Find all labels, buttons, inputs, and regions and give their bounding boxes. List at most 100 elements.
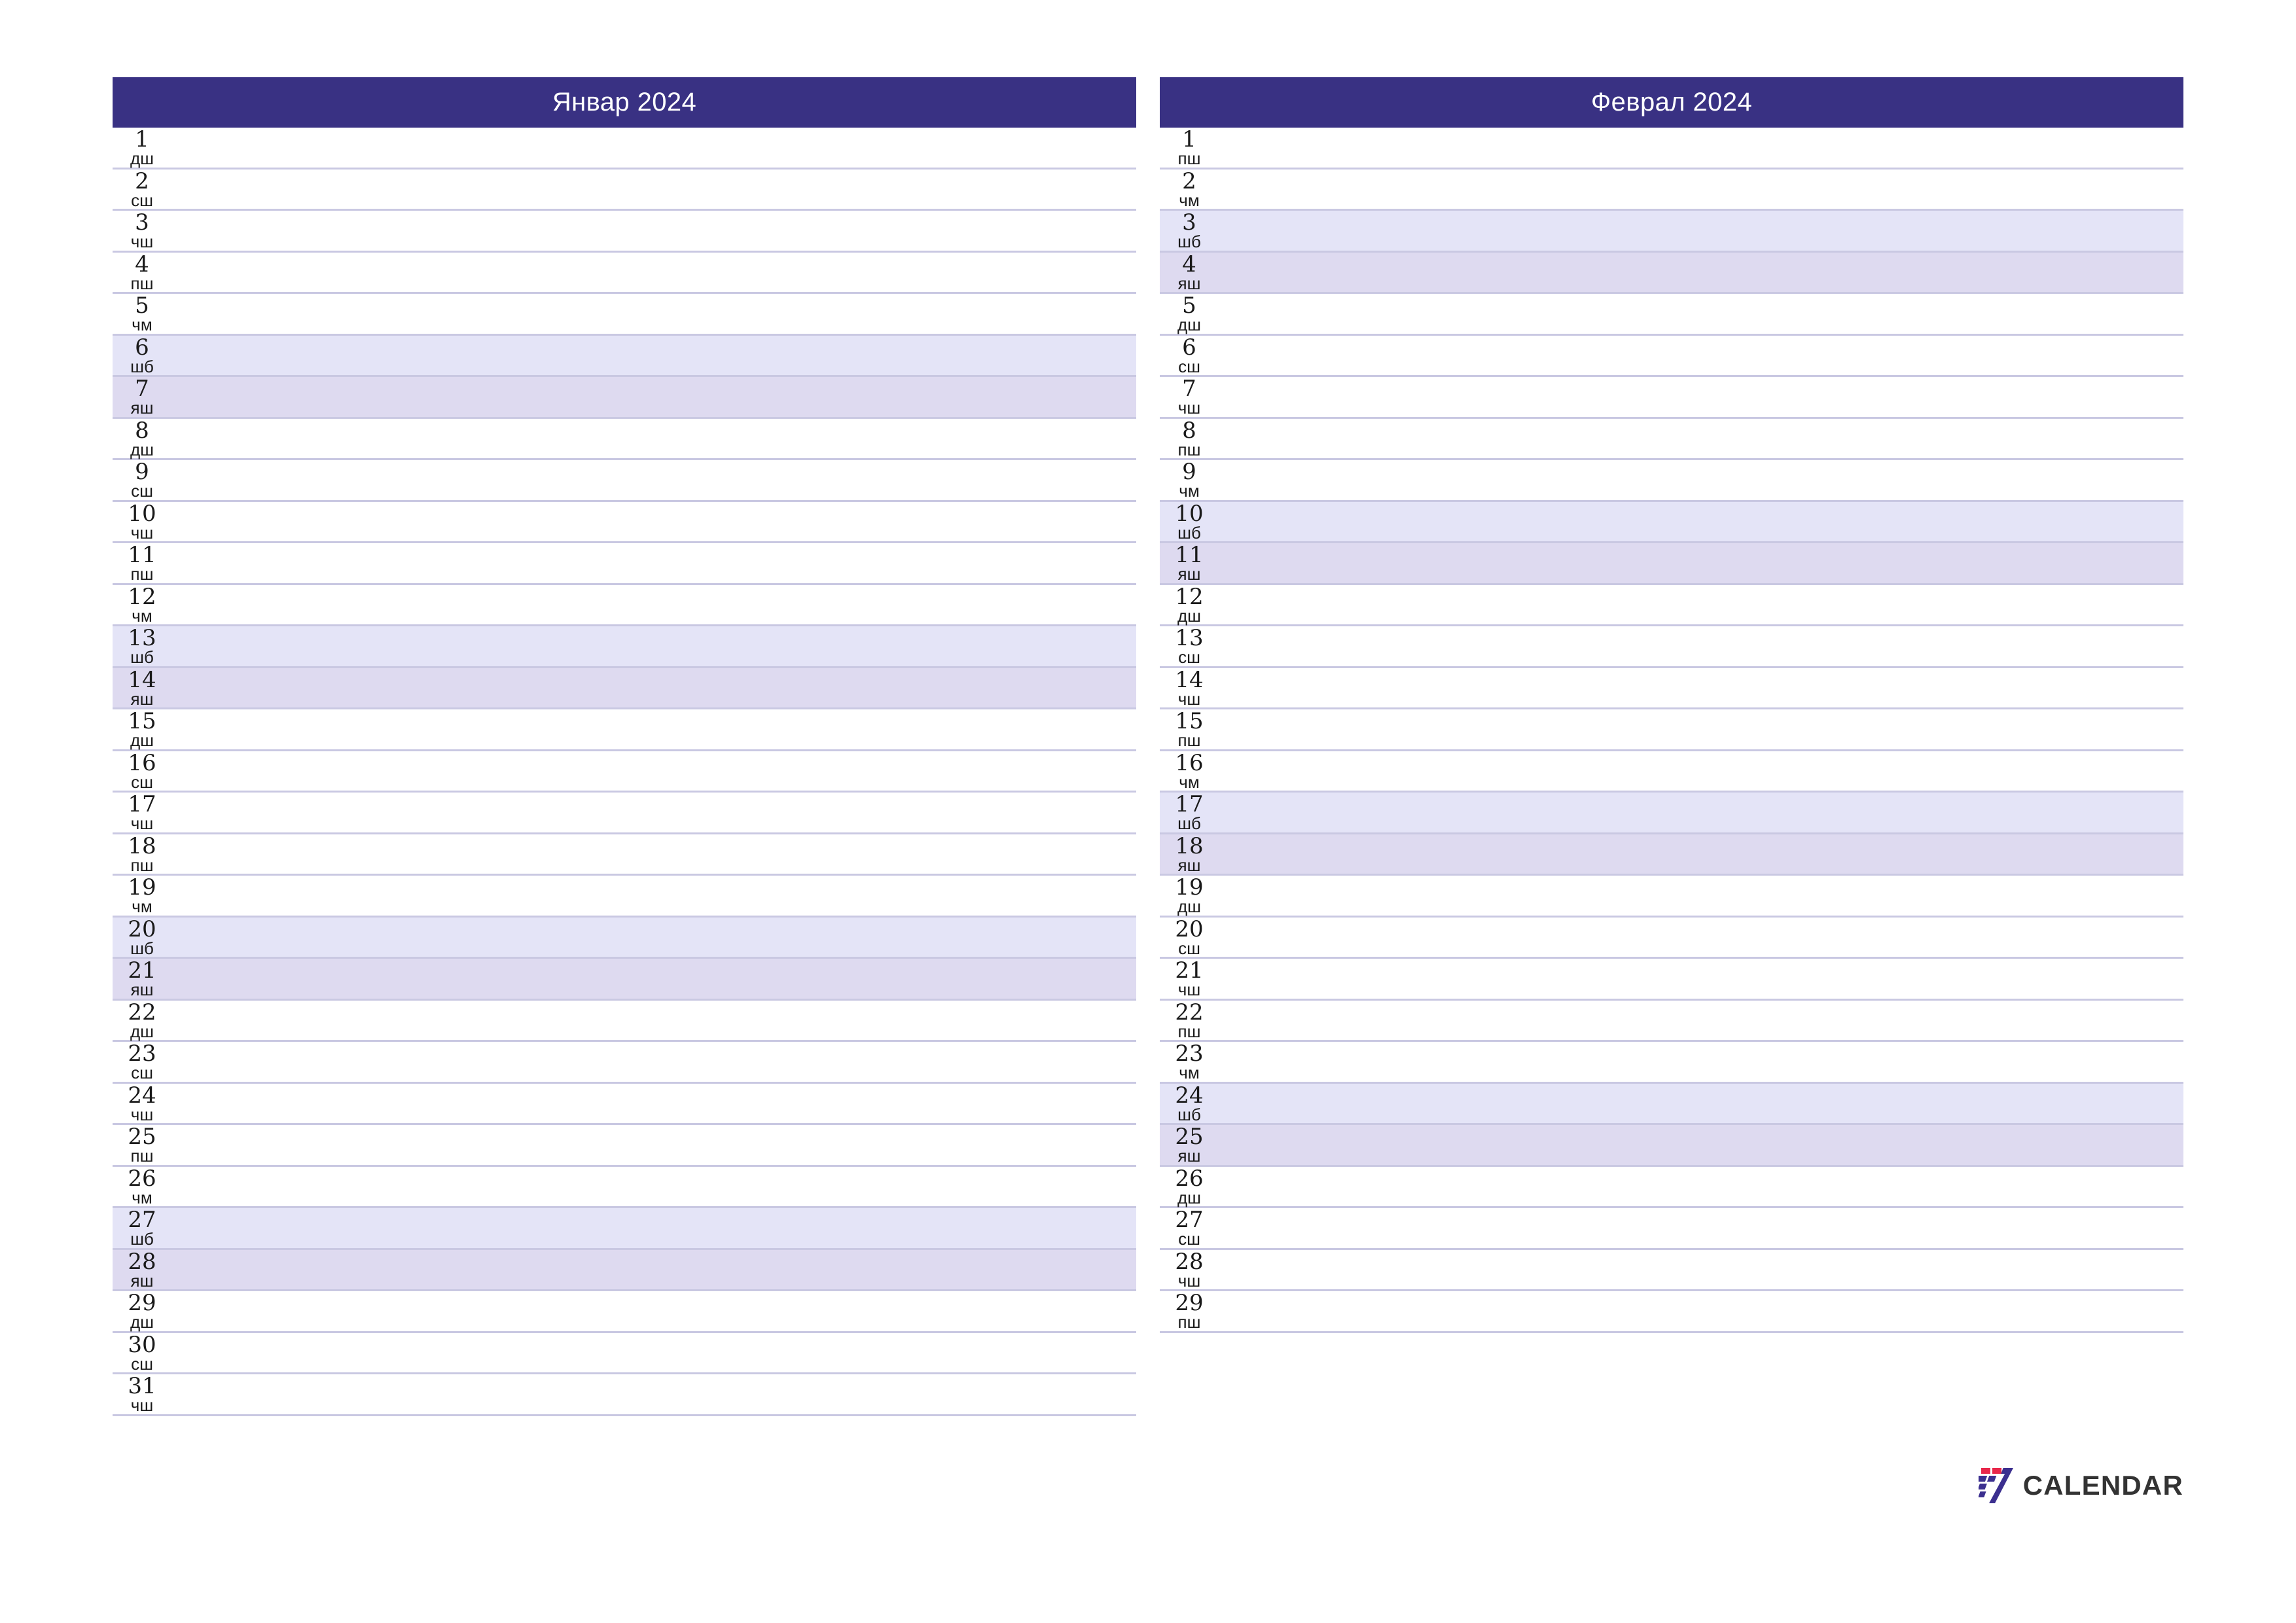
- day-row[interactable]: 3 шб: [1160, 211, 2183, 253]
- day-notes-area[interactable]: [1216, 460, 2183, 500]
- day-notes-area[interactable]: [169, 1167, 1136, 1207]
- day-row[interactable]: 6 сш: [1160, 335, 2183, 377]
- day-notes-area[interactable]: [1216, 502, 2183, 542]
- day-row[interactable]: 27 сш: [1160, 1208, 2183, 1250]
- day-notes-area[interactable]: [169, 1250, 1136, 1290]
- day-row[interactable]: 28 чш: [1160, 1249, 2183, 1291]
- day-row[interactable]: 12 чм: [113, 584, 1136, 626]
- day-row[interactable]: 18 пш: [113, 834, 1136, 876]
- day-row[interactable]: 25 пш: [113, 1125, 1136, 1167]
- day-notes-area[interactable]: [169, 253, 1136, 293]
- day-notes-area[interactable]: [1216, 253, 2183, 293]
- day-row[interactable]: 9 сш: [113, 460, 1136, 502]
- day-notes-area[interactable]: [169, 377, 1136, 417]
- day-notes-area[interactable]: [1216, 294, 2183, 334]
- day-row[interactable]: 30 сш: [113, 1332, 1136, 1374]
- day-notes-area[interactable]: [1216, 1125, 2183, 1165]
- day-notes-area[interactable]: [169, 876, 1136, 916]
- day-row[interactable]: 15 дш: [113, 709, 1136, 751]
- day-notes-area[interactable]: [169, 918, 1136, 957]
- day-row[interactable]: 15 пш: [1160, 709, 2183, 751]
- day-notes-area[interactable]: [169, 502, 1136, 542]
- day-row[interactable]: 31 чш: [113, 1374, 1136, 1416]
- day-row[interactable]: 21 чш: [1160, 959, 2183, 1001]
- day-notes-area[interactable]: [1216, 169, 2183, 209]
- day-notes-area[interactable]: [169, 1333, 1136, 1373]
- day-notes-area[interactable]: [1216, 1208, 2183, 1248]
- day-notes-area[interactable]: [1216, 668, 2183, 708]
- day-row[interactable]: 11 пш: [113, 543, 1136, 585]
- day-notes-area[interactable]: [1216, 751, 2183, 791]
- day-notes-area[interactable]: [169, 1001, 1136, 1041]
- day-notes-area[interactable]: [169, 169, 1136, 209]
- day-notes-area[interactable]: [169, 585, 1136, 625]
- day-row[interactable]: 6 шб: [113, 335, 1136, 377]
- day-row[interactable]: 18 яш: [1160, 834, 2183, 876]
- day-row[interactable]: 16 сш: [113, 751, 1136, 793]
- day-notes-area[interactable]: [1216, 1250, 2183, 1290]
- day-notes-area[interactable]: [169, 1208, 1136, 1248]
- day-row[interactable]: 20 сш: [1160, 917, 2183, 959]
- day-notes-area[interactable]: [169, 460, 1136, 500]
- day-row[interactable]: 12 дш: [1160, 584, 2183, 626]
- day-row[interactable]: 23 чм: [1160, 1042, 2183, 1084]
- day-row[interactable]: 13 сш: [1160, 626, 2183, 668]
- day-row[interactable]: 22 дш: [113, 1000, 1136, 1042]
- day-notes-area[interactable]: [169, 1291, 1136, 1331]
- day-row[interactable]: 1 пш: [1160, 128, 2183, 169]
- day-notes-area[interactable]: [169, 751, 1136, 791]
- day-row[interactable]: 21 яш: [113, 959, 1136, 1001]
- day-row[interactable]: 11 яш: [1160, 543, 2183, 585]
- day-notes-area[interactable]: [1216, 1167, 2183, 1207]
- day-notes-area[interactable]: [1216, 918, 2183, 957]
- day-notes-area[interactable]: [1216, 1291, 2183, 1331]
- day-notes-area[interactable]: [169, 1125, 1136, 1165]
- day-notes-area[interactable]: [1216, 419, 2183, 459]
- day-notes-area[interactable]: [169, 1374, 1136, 1414]
- day-notes-area[interactable]: [1216, 959, 2183, 999]
- day-notes-area[interactable]: [1216, 128, 2183, 168]
- day-notes-area[interactable]: [169, 336, 1136, 376]
- day-notes-area[interactable]: [169, 626, 1136, 666]
- day-row[interactable]: 16 чм: [1160, 751, 2183, 793]
- day-row[interactable]: 3 чш: [113, 211, 1136, 253]
- day-row[interactable]: 17 шб: [1160, 793, 2183, 834]
- day-notes-area[interactable]: [169, 294, 1136, 334]
- day-row[interactable]: 5 дш: [1160, 294, 2183, 336]
- day-row[interactable]: 14 чш: [1160, 668, 2183, 709]
- day-row[interactable]: 26 дш: [1160, 1166, 2183, 1208]
- day-row[interactable]: 26 чм: [113, 1166, 1136, 1208]
- day-notes-area[interactable]: [169, 834, 1136, 874]
- day-notes-area[interactable]: [1216, 543, 2183, 583]
- day-row[interactable]: 4 пш: [113, 252, 1136, 294]
- day-row[interactable]: 27 шб: [113, 1208, 1136, 1250]
- day-row[interactable]: 23 сш: [113, 1042, 1136, 1084]
- day-row[interactable]: 2 сш: [113, 169, 1136, 211]
- day-notes-area[interactable]: [1216, 793, 2183, 832]
- day-row[interactable]: 9 чм: [1160, 460, 2183, 502]
- day-row[interactable]: 25 яш: [1160, 1125, 2183, 1167]
- day-notes-area[interactable]: [1216, 709, 2183, 749]
- day-notes-area[interactable]: [169, 128, 1136, 168]
- day-notes-area[interactable]: [1216, 626, 2183, 666]
- day-notes-area[interactable]: [1216, 834, 2183, 874]
- day-row[interactable]: 29 пш: [1160, 1291, 2183, 1333]
- day-row[interactable]: 17 чш: [113, 793, 1136, 834]
- day-row[interactable]: 24 шб: [1160, 1083, 2183, 1125]
- day-row[interactable]: 7 чш: [1160, 377, 2183, 419]
- day-row[interactable]: 19 чм: [113, 876, 1136, 918]
- day-row[interactable]: 7 яш: [113, 377, 1136, 419]
- day-notes-area[interactable]: [169, 793, 1136, 832]
- day-notes-area[interactable]: [169, 959, 1136, 999]
- day-notes-area[interactable]: [169, 211, 1136, 251]
- day-row[interactable]: 10 шб: [1160, 501, 2183, 543]
- day-notes-area[interactable]: [1216, 1084, 2183, 1124]
- day-row[interactable]: 24 чш: [113, 1083, 1136, 1125]
- day-row[interactable]: 14 яш: [113, 668, 1136, 709]
- day-notes-area[interactable]: [169, 1084, 1136, 1124]
- day-notes-area[interactable]: [1216, 1001, 2183, 1041]
- day-notes-area[interactable]: [1216, 876, 2183, 916]
- day-notes-area[interactable]: [1216, 211, 2183, 251]
- day-row[interactable]: 28 яш: [113, 1249, 1136, 1291]
- day-notes-area[interactable]: [1216, 1042, 2183, 1082]
